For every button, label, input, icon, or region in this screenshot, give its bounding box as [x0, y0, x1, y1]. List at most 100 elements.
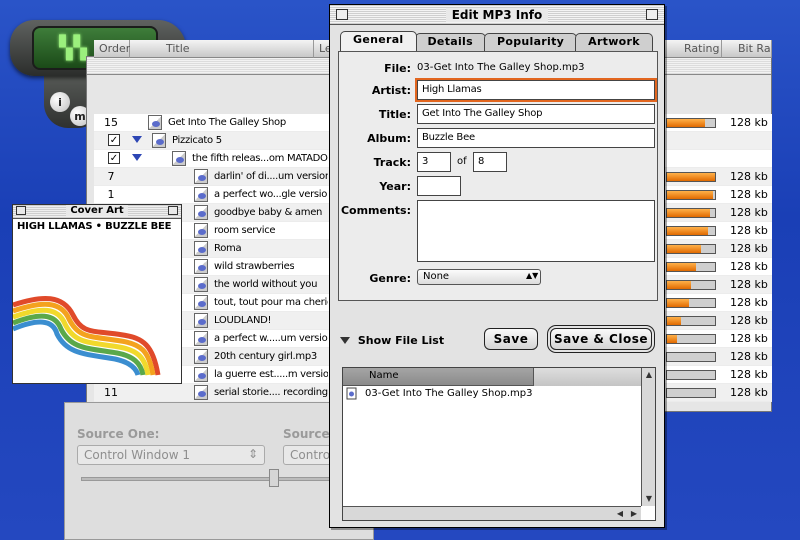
bitrate-value: 128 kb: [730, 278, 768, 291]
rating-row: [664, 150, 772, 168]
scroll-right-arrow-icon[interactable]: ▶: [627, 507, 641, 521]
rating-bar[interactable]: [666, 262, 716, 272]
rating-bar[interactable]: [666, 280, 716, 290]
column-title[interactable]: Title: [130, 40, 314, 58]
folder-icon: [152, 133, 166, 148]
album-field[interactable]: Buzzle Bee: [417, 128, 655, 148]
track-title: la guerre est.....m version: [214, 369, 328, 380]
album-art-text: HIGH LLAMAS • BUZZLE BEE: [17, 221, 172, 232]
mp3-file-icon: [194, 277, 208, 292]
artist-field[interactable]: High Llamas: [415, 78, 657, 102]
track-title: a perfect w.....um version: [214, 333, 328, 344]
rating-bar[interactable]: [666, 172, 716, 182]
file-list: Name 03-Get Into The Galley Shop.mp3 ▲ ▼…: [342, 367, 656, 521]
scroll-up-arrow-icon[interactable]: ▲: [642, 368, 656, 382]
rating-bar[interactable]: [666, 226, 716, 236]
disclosure-triangle-icon[interactable]: [132, 154, 142, 161]
bitrate-value: 128 kb: [730, 296, 768, 309]
rating-bar[interactable]: [666, 118, 716, 128]
track-title: LOUDLAND!: [214, 315, 272, 326]
mp3-file-icon: [194, 313, 208, 328]
rating-row: 128 kb: [664, 240, 772, 258]
table-row[interactable]: 7 darlin' of di....um version: [94, 168, 330, 186]
year-label: Year:: [379, 180, 411, 193]
track-title: Roma: [214, 243, 242, 254]
rating-row: 128 kb: [664, 186, 772, 204]
disclosure-triangle-icon[interactable]: [132, 136, 142, 143]
close-box-icon[interactable]: [16, 206, 26, 215]
collapse-box-icon[interactable]: [646, 9, 658, 20]
rating-bar[interactable]: [666, 388, 716, 398]
info-button[interactable]: i: [50, 92, 70, 112]
file-list-item[interactable]: 03-Get Into The Galley Shop.mp3: [343, 386, 655, 404]
rating-bar[interactable]: [666, 190, 716, 200]
table-row[interactable]: ✓ the fifth releas...om MATADOR: [94, 150, 330, 168]
horizontal-scrollbar[interactable]: ◀ ▶: [343, 506, 641, 520]
save-button[interactable]: Save: [484, 328, 538, 350]
track-title: the world without you: [214, 279, 318, 290]
rating-row: 128 kb: [664, 276, 772, 294]
dialog-titlebar[interactable]: Edit MP3 Info: [330, 5, 664, 25]
comments-field[interactable]: [417, 200, 655, 262]
bitrate-value: 128 kb: [730, 188, 768, 201]
track-number-field[interactable]: 3: [417, 152, 451, 172]
file-label: File:: [384, 62, 411, 75]
rating-row: 128 kb: [664, 294, 772, 312]
rating-row: 128 kb: [664, 348, 772, 366]
title-field[interactable]: Get Into The Galley Shop: [417, 104, 655, 124]
rating-row: 128 kb: [664, 330, 772, 348]
column-bitrate[interactable]: Bit Ra: [722, 40, 772, 58]
scroll-left-arrow-icon[interactable]: ◀: [613, 507, 627, 521]
tab-artwork[interactable]: Artwork: [575, 33, 653, 51]
table-row[interactable]: ✓ Pizzicato 5: [94, 132, 330, 150]
zoom-box-icon[interactable]: [168, 206, 178, 215]
year-field[interactable]: [417, 176, 461, 196]
crossfade-slider-thumb[interactable]: [269, 469, 279, 487]
rating-bar-fill: [667, 119, 706, 127]
tab-general[interactable]: General: [340, 31, 417, 51]
scroll-down-arrow-icon[interactable]: ▼: [642, 492, 656, 506]
crossfade-slider-track[interactable]: [81, 477, 361, 481]
folder-icon: [172, 151, 186, 166]
cover-art-titlebar[interactable]: Cover Art: [13, 205, 181, 219]
checkbox[interactable]: ✓: [108, 152, 120, 164]
bitrate-value: 128 kb: [730, 368, 768, 381]
column-rating[interactable]: Rating: [664, 40, 722, 58]
mp3-file-icon: [194, 349, 208, 364]
rating-row: 128 kb: [664, 204, 772, 222]
rating-bar[interactable]: [666, 208, 716, 218]
rating-bar[interactable]: [666, 298, 716, 308]
source-two-value: Contro: [290, 448, 331, 462]
name-column-header[interactable]: Name: [343, 368, 533, 386]
track-title: Get Into The Galley Shop: [168, 117, 286, 128]
source-control-window: Source One: Control Window 1 ⇕ Source Co…: [64, 402, 375, 540]
tab-details[interactable]: Details: [414, 33, 486, 51]
mp3-file-icon: [194, 385, 208, 400]
source-two-label: Source: [283, 427, 330, 441]
column-length[interactable]: Le: [314, 40, 332, 58]
show-file-list-toggle[interactable]: Show File List: [340, 334, 444, 347]
table-row[interactable]: 1 a perfect wo...gle version: [94, 186, 330, 204]
bitrate-value: 128 kb: [730, 260, 768, 273]
table-row[interactable]: 15 Get Into The Galley Shop: [94, 114, 330, 132]
checkbox[interactable]: ✓: [108, 134, 120, 146]
rating-row: 128 kb: [664, 258, 772, 276]
rating-bar[interactable]: [666, 334, 716, 344]
column-order[interactable]: Order: [94, 40, 130, 58]
track-title: tout, tout pour ma cherie: [214, 297, 328, 308]
rating-bar[interactable]: [666, 370, 716, 380]
rating-bar[interactable]: [666, 244, 716, 254]
rating-bar[interactable]: [666, 352, 716, 362]
close-box-icon[interactable]: [336, 9, 348, 20]
tab-popularity[interactable]: Popularity: [483, 33, 578, 51]
mp3-file-icon: [194, 259, 208, 274]
rating-bar[interactable]: [666, 316, 716, 326]
vertical-scrollbar[interactable]: ▲ ▼: [641, 368, 655, 506]
rating-bar-fill: [667, 299, 689, 307]
save-and-close-button[interactable]: Save & Close: [550, 328, 652, 350]
source-one-popup[interactable]: Control Window 1 ⇕: [77, 445, 265, 465]
genre-popup[interactable]: None ▲▼: [417, 269, 541, 285]
table-row[interactable]: 11 serial storie.... recording: [94, 384, 330, 402]
track-total-field[interactable]: 8: [473, 152, 507, 172]
mp3-file-icon: [194, 367, 208, 382]
